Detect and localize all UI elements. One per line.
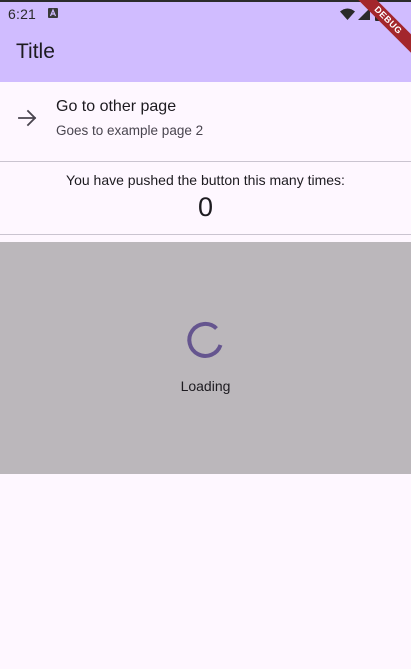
arrow-forward-icon bbox=[18, 109, 37, 127]
battery-icon bbox=[375, 7, 383, 21]
divider bbox=[0, 161, 411, 162]
app-bar: Title bbox=[0, 26, 411, 82]
go-to-other-page-tile[interactable]: Go to other page Goes to example page 2 bbox=[0, 82, 411, 154]
status-time: 6:21 bbox=[8, 6, 37, 22]
loading-text: Loading bbox=[180, 378, 231, 394]
loading-overlay: Loading bbox=[0, 242, 411, 474]
app-screen: 6:21 Title DEBUG Go to other page Goes t… bbox=[0, 0, 411, 669]
counter-label: You have pushed the button this many tim… bbox=[66, 172, 345, 188]
notification-icon bbox=[48, 8, 58, 18]
tile-subtitle: Goes to example page 2 bbox=[56, 123, 204, 138]
app-bar-title: Title bbox=[16, 40, 55, 63]
loading-spinner-icon bbox=[187, 321, 223, 358]
signal-icon bbox=[358, 8, 370, 20]
divider bbox=[0, 234, 411, 235]
status-bar: 6:21 bbox=[0, 2, 411, 26]
tile-title: Go to other page bbox=[56, 98, 177, 115]
wifi-icon bbox=[340, 8, 355, 20]
counter-value: 0 bbox=[197, 192, 214, 222]
